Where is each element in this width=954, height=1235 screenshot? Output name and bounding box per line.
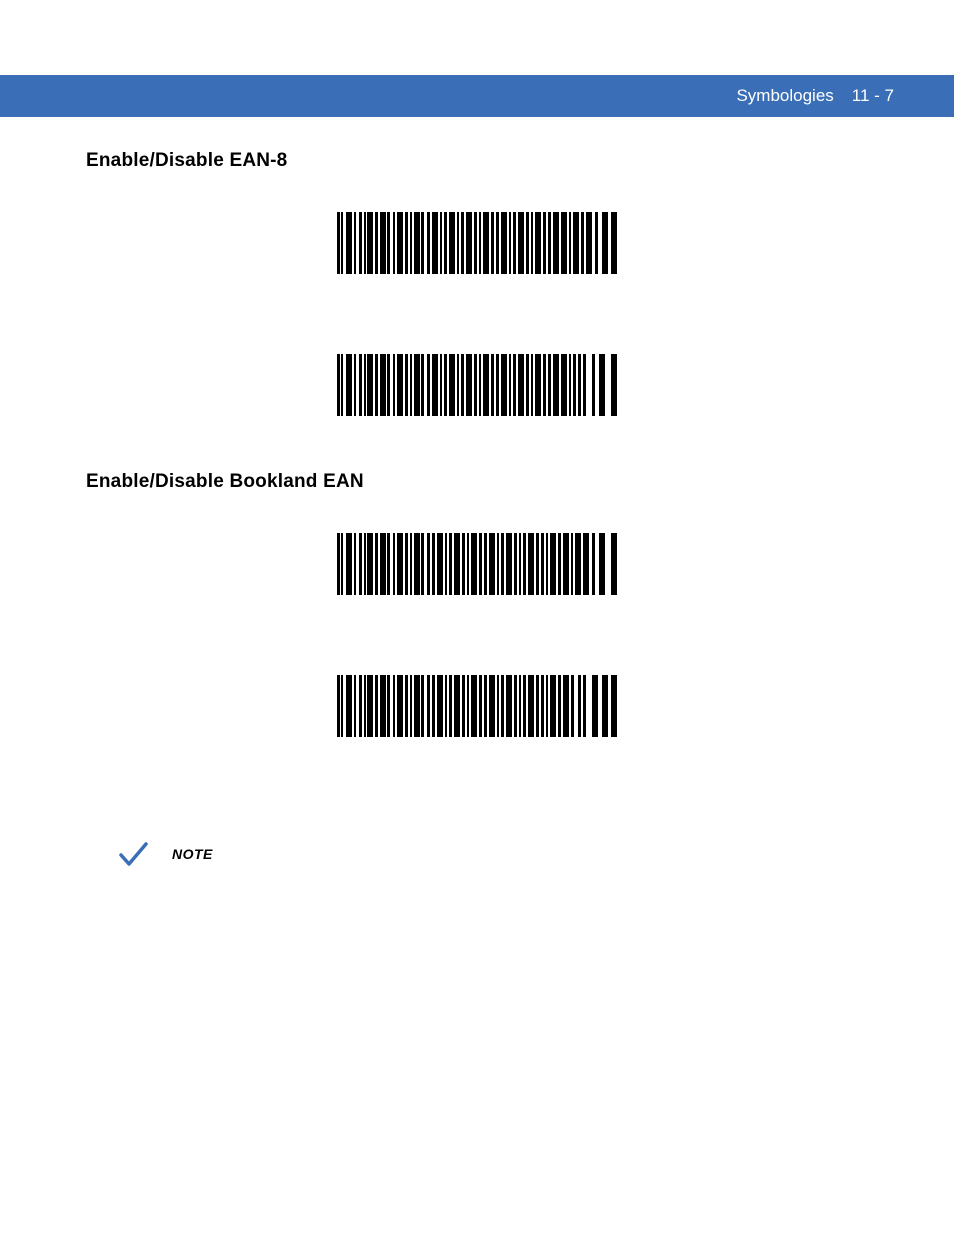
barcode-icon [337, 533, 617, 595]
header-bar: Symbologies 11 - 7 [0, 75, 954, 117]
barcode-icon [337, 354, 617, 416]
header-page-number: 11 - 7 [852, 86, 894, 106]
barcode-enable-bookland [86, 533, 868, 595]
barcode-disable-ean8 [86, 354, 868, 416]
barcode-icon [337, 212, 617, 274]
note-row: NOTE [116, 837, 868, 871]
barcode-icon [337, 675, 617, 737]
note-label: NOTE [172, 846, 213, 862]
header-section-title: Symbologies [736, 86, 833, 106]
page-content: Enable/Disable EAN-8 [86, 150, 868, 871]
section-heading-bookland: Enable/Disable Bookland EAN [86, 471, 868, 493]
barcode-disable-bookland [86, 675, 868, 737]
checkmark-icon [116, 837, 150, 871]
barcode-enable-ean8 [86, 212, 868, 274]
section-heading-ean8: Enable/Disable EAN-8 [86, 150, 868, 172]
